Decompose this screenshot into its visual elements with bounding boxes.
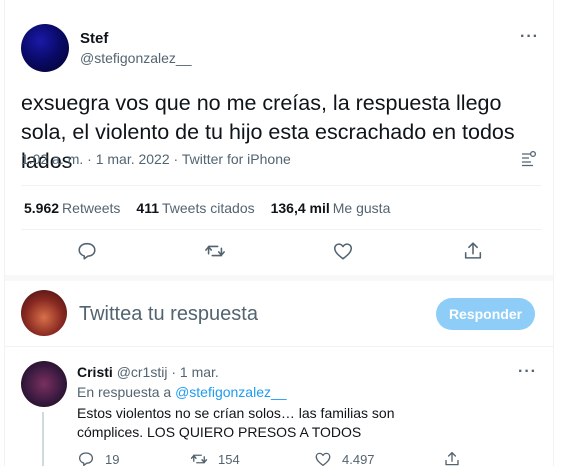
reply-input[interactable]: Twittea tu respuesta <box>79 303 258 326</box>
author-name[interactable]: Stef <box>80 30 108 47</box>
likes-count: 136,4 mil <box>270 200 330 216</box>
tweet-meta[interactable]: 1:02 a. m. · 1 mar. 2022 · Twitter for i… <box>21 151 291 167</box>
quotes-count: 411 <box>136 200 159 216</box>
likes-stat[interactable]: 136,4 mil Me gusta <box>271 200 391 216</box>
reply-author-handle[interactable]: @cr1stij <box>117 364 168 380</box>
reply-text: Estos violentos no se crían solos… las f… <box>77 405 395 440</box>
reply-reply-action[interactable]: 19 <box>77 450 119 466</box>
retweet-icon[interactable] <box>204 240 226 262</box>
author-handle[interactable]: @stefigonzalez__ <box>80 50 192 66</box>
timeline-border-left <box>4 0 5 466</box>
quotes-label: Tweets citados <box>162 200 255 216</box>
avatar[interactable] <box>21 24 69 72</box>
retweet-count: 154 <box>218 451 240 466</box>
reply-author-name[interactable]: Cristi <box>77 364 113 380</box>
reply-retweet-action[interactable]: 154 <box>190 450 240 466</box>
like-icon <box>315 452 331 466</box>
retweet-icon <box>190 454 208 464</box>
reply-avatar[interactable] <box>21 361 67 407</box>
reply-count: 19 <box>105 451 120 466</box>
thread-line <box>42 412 44 466</box>
section-divider <box>5 275 553 281</box>
replying-prefix: En respuesta a <box>77 384 172 400</box>
likes-label: Me gusta <box>332 200 391 216</box>
like-count: 4.497 <box>342 451 375 466</box>
quotes-stat[interactable]: 411 Tweets citados <box>136 200 254 216</box>
analytics-icon[interactable] <box>519 150 537 168</box>
divider <box>21 229 541 230</box>
more-icon[interactable]: ··· <box>518 363 537 381</box>
share-icon[interactable] <box>462 240 484 262</box>
reply-actions: 19 154 4.497 <box>77 450 547 466</box>
retweets-label: Retweets <box>62 200 121 216</box>
retweets-stat[interactable]: 5.962 Retweets <box>24 200 120 216</box>
reply-button[interactable]: Responder <box>436 298 535 330</box>
tweet-actions <box>21 240 541 266</box>
replying-to: En respuesta a @stefigonzalez__ <box>77 384 287 400</box>
retweets-count: 5.962 <box>24 200 60 216</box>
reply-like-action[interactable]: 4.497 <box>314 450 375 466</box>
share-icon <box>445 451 459 466</box>
divider <box>5 346 553 347</box>
reply-icon <box>78 452 94 466</box>
reply-header: Cristi @cr1stij · 1 mar. <box>77 364 219 380</box>
reply-date[interactable]: · 1 mar. <box>171 364 218 380</box>
reply-icon[interactable] <box>76 240 98 262</box>
like-icon[interactable] <box>332 240 354 262</box>
divider <box>21 185 541 186</box>
timeline-border-right <box>553 0 554 466</box>
tweet-stats: 5.962 Retweets 411 Tweets citados 136,4 mi… <box>24 200 406 216</box>
replying-mention[interactable]: @stefigonzalez__ <box>175 384 287 400</box>
reply-share-action[interactable] <box>443 450 471 466</box>
more-icon[interactable]: ··· <box>520 28 539 46</box>
my-avatar[interactable] <box>21 290 67 336</box>
